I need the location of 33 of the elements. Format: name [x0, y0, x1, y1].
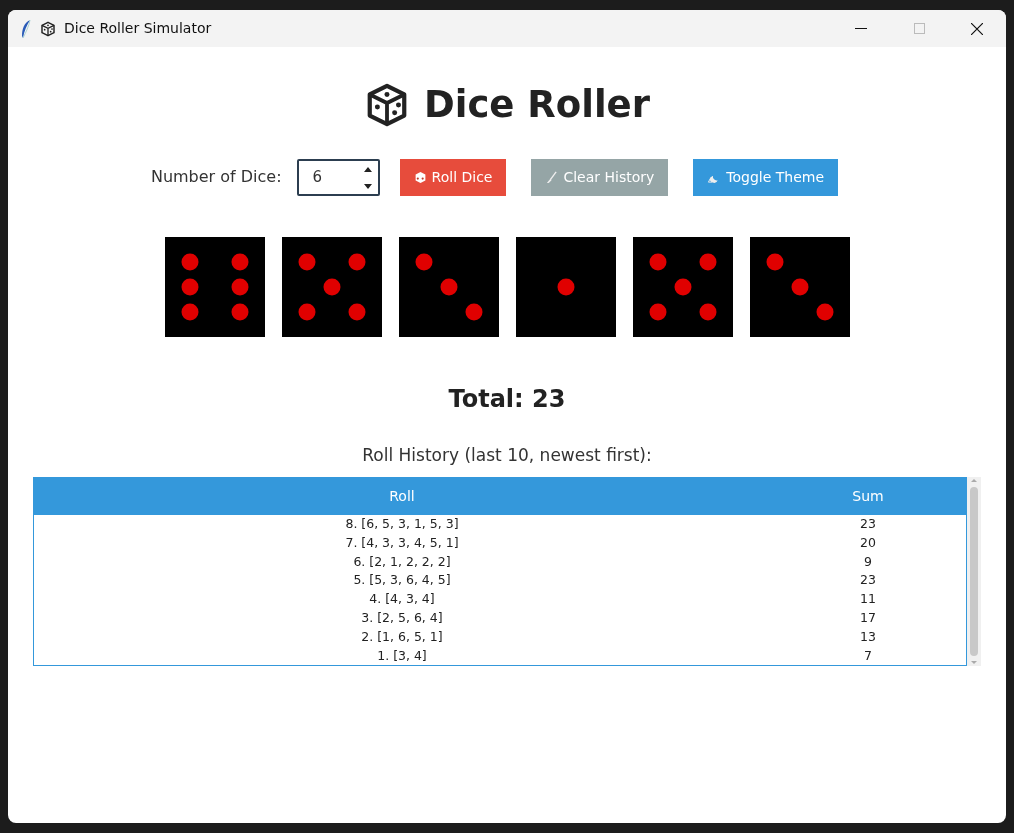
table-cell: 9: [864, 553, 872, 569]
table-cell: 6. [2, 1, 2, 2, 2]: [353, 553, 451, 569]
scroll-down-icon[interactable]: [970, 660, 978, 667]
table-cell: 20: [860, 534, 876, 550]
dice-count-spinbox[interactable]: 6: [296, 158, 380, 196]
scrollbar[interactable]: [967, 477, 981, 667]
column-header: Roll: [388, 487, 416, 506]
table-cell: 8. [6, 5, 3, 1, 5, 3]: [345, 516, 459, 531]
table-cell: 5. [5, 3, 6, 4, 5]: [353, 572, 451, 588]
dice-count-label: Number of Dice:: [150, 166, 282, 188]
feather-icon: [20, 18, 32, 39]
table-cell: 4. [4, 3, 4]: [369, 591, 435, 607]
table-cell: 7: [864, 647, 872, 663]
table-cell: 13: [860, 628, 876, 644]
table-cell: 23: [860, 572, 876, 588]
history-title: Roll History (last 10, newest first):: [362, 444, 652, 465]
table-cell: 17: [860, 610, 876, 625]
table-cell: 23: [860, 516, 876, 531]
window-title: Dice Roller Simulator: [64, 19, 212, 38]
table-cell: 7. [4, 3, 3, 4, 5, 1]: [345, 534, 459, 550]
table-cell: 11: [860, 591, 876, 607]
total-text: Total: 23: [448, 384, 566, 413]
table-cell: 2. [1, 6, 5, 1]: [361, 628, 443, 644]
table-cell: 1. [3, 4]: [377, 647, 427, 663]
column-header: Sum: [851, 487, 885, 506]
app-heading: Dice Roller: [424, 82, 650, 128]
table-cell: 3. [2, 5, 6, 4]: [361, 610, 443, 625]
dice-icon: [413, 170, 427, 184]
brush-icon: [545, 170, 559, 184]
roll-dice-button[interactable]: Roll Dice: [399, 158, 507, 196]
clear-history-button[interactable]: Clear History: [531, 158, 669, 196]
scroll-up-icon[interactable]: [970, 477, 978, 483]
toggle-theme-button[interactable]: Toggle Theme: [693, 158, 839, 196]
